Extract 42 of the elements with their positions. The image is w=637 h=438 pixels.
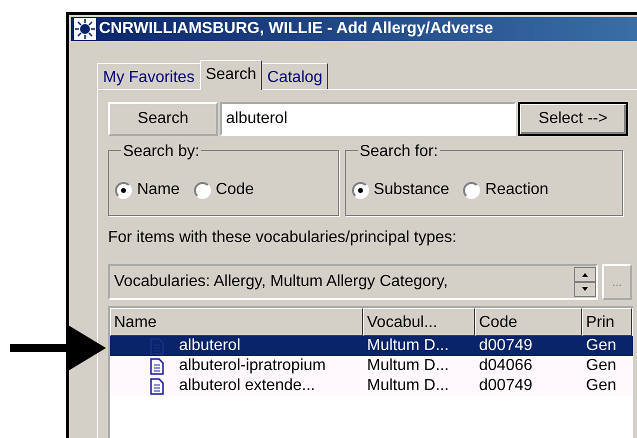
- list-row[interactable]: albuterol-ipratropium Multum D... d04066 Gen: [110, 356, 633, 376]
- radio-label: Substance: [374, 180, 450, 200]
- table-cell-text: Gen: [585, 356, 618, 376]
- row-name: albuterol: [179, 336, 240, 356]
- column-header[interactable]: Prin: [582, 308, 632, 336]
- document-icon: [150, 378, 164, 394]
- table-cell-text: Gen: [585, 336, 618, 356]
- table-cell-text: d04066: [478, 356, 534, 376]
- radio-button[interactable]: [463, 182, 480, 198]
- tab[interactable]: Catalog: [261, 63, 328, 89]
- column-header[interactable]: Code: [475, 308, 582, 336]
- radio-button[interactable]: [115, 182, 132, 198]
- vocabulary-value: Vocabularies: Allergy, Multum Allergy Category,: [114, 272, 448, 292]
- row-name: albuterol-ipratropium: [179, 356, 326, 376]
- search-field[interactable]: albuterol: [220, 102, 516, 136]
- table-cell-text: Gen: [585, 376, 618, 396]
- list-row[interactable]: albuterol extende... Multum D... d00749 Gen: [110, 376, 633, 396]
- document-icon: [150, 338, 164, 354]
- spin-control[interactable]: [574, 267, 596, 297]
- radio-button[interactable]: [352, 182, 369, 198]
- vocabulary-field[interactable]: Vocabularies: Allergy, Multum Allergy Category,: [108, 264, 598, 300]
- sun-icon: [74, 18, 96, 40]
- window-title: CNRWILLIAMSBURG, WILLIE - Add Allergy/Adverse: [99, 19, 494, 39]
- list-row[interactable]: albuterol Multum D... d00749 Gen: [110, 336, 633, 356]
- select-button[interactable]: Select -->: [518, 102, 628, 136]
- table-cell-text: d00749: [478, 376, 534, 396]
- radio-label: Code: [216, 180, 254, 200]
- table-cell-text: Multum D...: [366, 376, 450, 396]
- table-cell-text: Multum D...: [366, 356, 450, 376]
- search-button[interactable]: Search: [108, 102, 218, 136]
- tab[interactable]: Search: [200, 60, 262, 90]
- radio-label: Name: [137, 180, 180, 200]
- column-header[interactable]: Name: [110, 308, 363, 336]
- column-header[interactable]: Vocabul...: [363, 308, 475, 336]
- tab[interactable]: My Favorites: [97, 63, 201, 89]
- table-cell-text: Multum D...: [366, 336, 450, 356]
- radio-button[interactable]: [194, 182, 211, 198]
- table-cell-text: d00749: [478, 336, 534, 356]
- vocabulary-label: For items with these vocabularies/principal types:: [108, 228, 458, 248]
- document-icon: [150, 358, 164, 374]
- row-name: albuterol extende...: [179, 376, 316, 396]
- radio-label: Reaction: [485, 180, 548, 200]
